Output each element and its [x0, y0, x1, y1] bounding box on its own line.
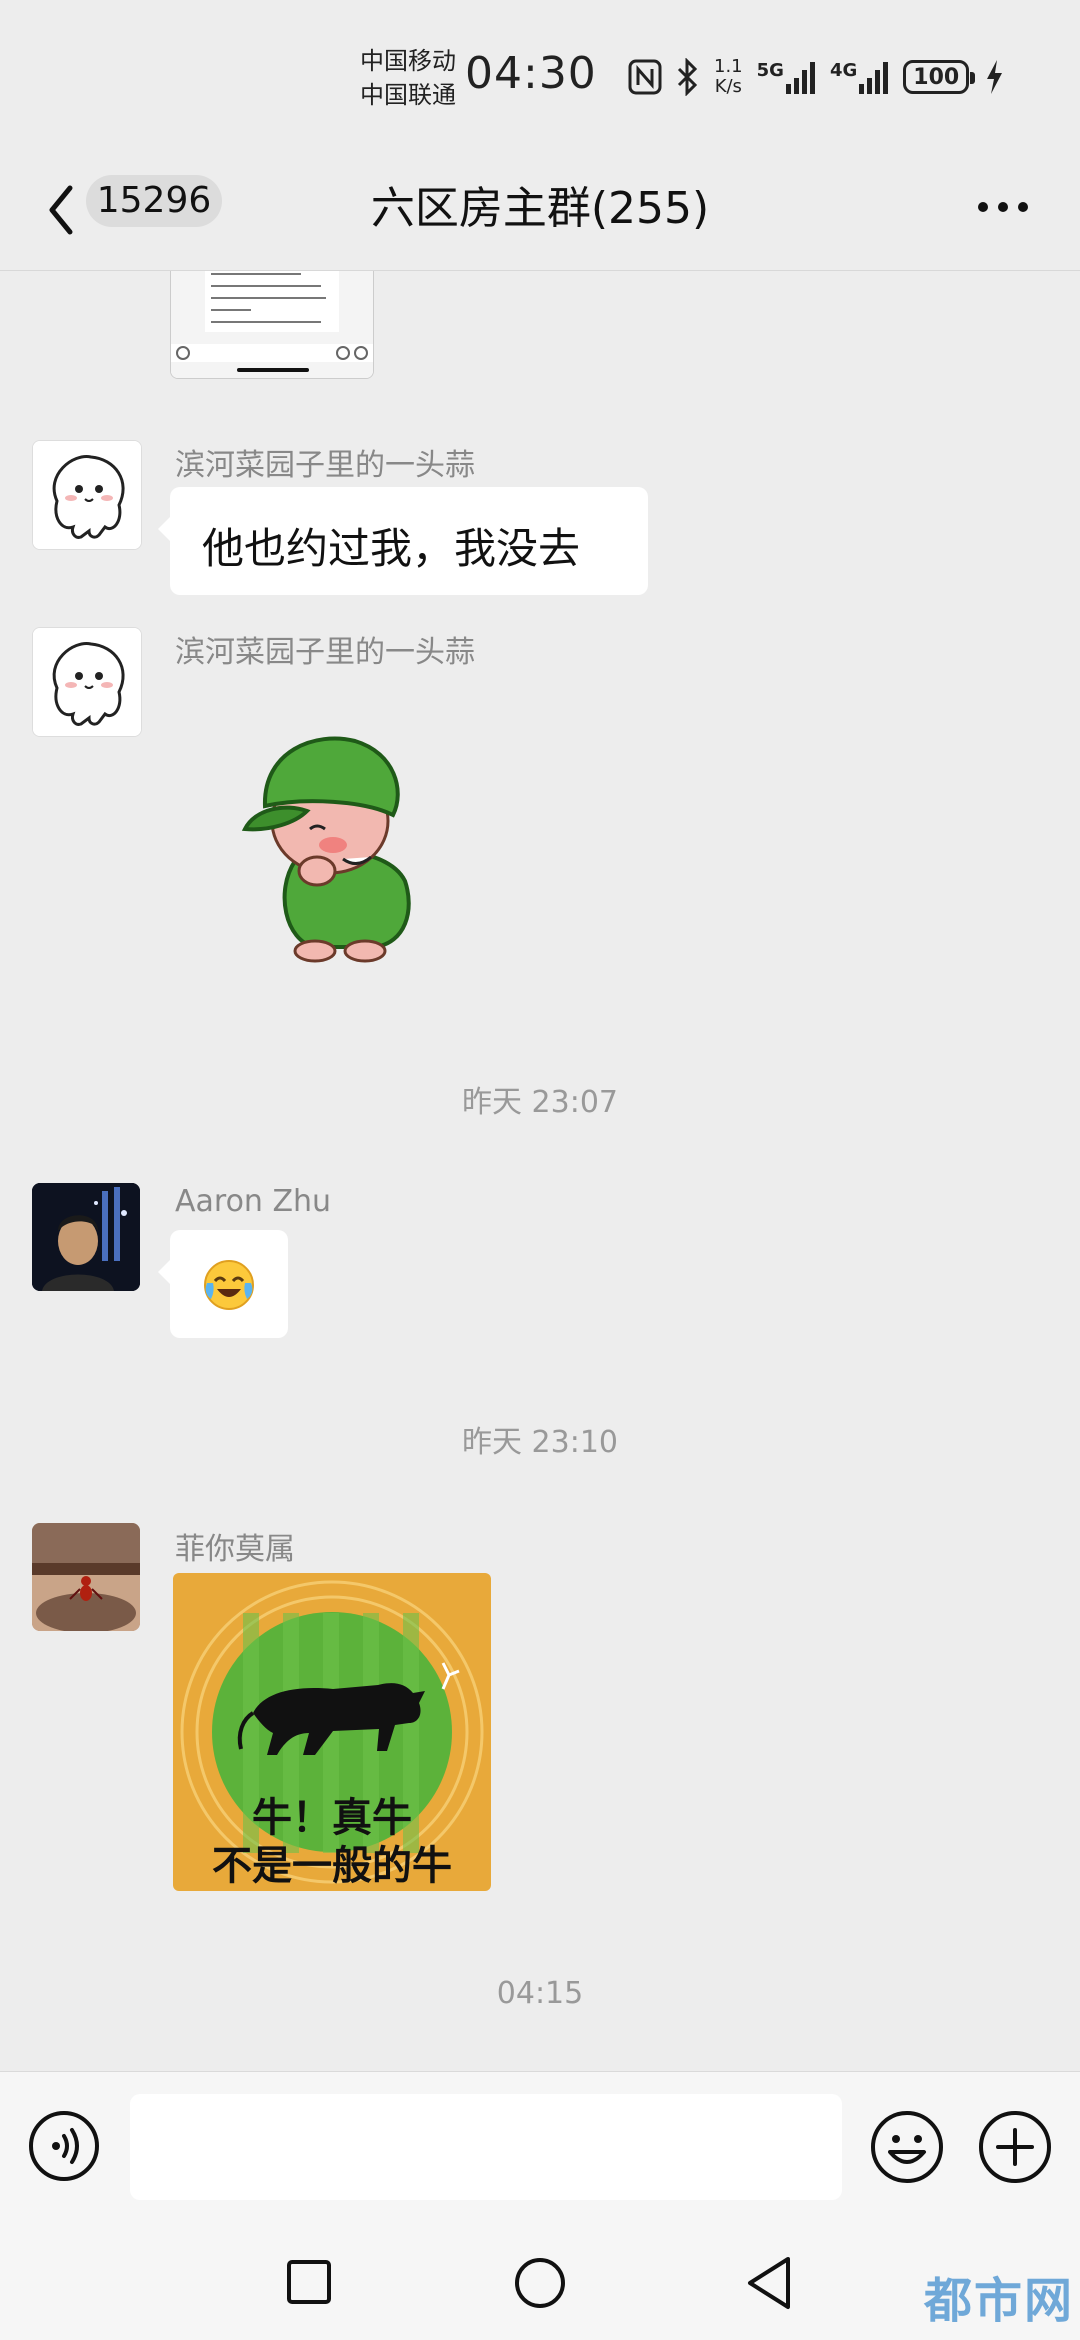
sender-name: Aaron Zhu	[175, 1184, 332, 1219]
input-bar	[0, 2071, 1080, 2222]
text-bubble[interactable]: 他也约过我，我没去	[158, 487, 648, 595]
signal-bars-icon	[785, 62, 815, 94]
avatar[interactable]	[32, 627, 142, 737]
carrier-names: 中国移动 中国联通	[360, 44, 456, 112]
speed-unit: K/s	[714, 76, 742, 97]
sender-name: 菲你莫属	[175, 1532, 295, 1567]
image-message[interactable]	[170, 271, 374, 379]
screenshot-thumbnail	[171, 271, 373, 378]
more-functions-plus-icon[interactable]	[978, 2110, 1052, 2184]
chat-header: 15296 六区房主群(255)	[0, 150, 1080, 271]
avatar[interactable]	[32, 1523, 140, 1631]
more-options-icon[interactable]	[976, 200, 1030, 214]
carrier-1: 中国移动	[360, 47, 456, 75]
photo-avatar-icon	[32, 1183, 140, 1291]
soldier-sticker[interactable]	[225, 711, 445, 971]
signal-bars-icon	[859, 62, 889, 94]
avatar[interactable]	[32, 1183, 140, 1291]
carrier-2: 中国联通	[360, 81, 456, 109]
clock: 04:30	[465, 48, 597, 99]
message-text: 他也约过我，我没去	[202, 524, 581, 573]
back-triangle-icon[interactable]	[744, 2255, 794, 2311]
signal-4g: 4G	[830, 60, 889, 94]
message-list[interactable]: 滨河菜园子里的一头蒜 他也约过我，我没去 滨河菜园子里的一头蒜 昨天 23:07	[0, 271, 1080, 2071]
home-circle-icon[interactable]	[514, 2257, 566, 2309]
system-navigation-bar: 都市网	[0, 2221, 1080, 2340]
emoji-picker-icon[interactable]	[870, 2110, 944, 2184]
timestamp: 昨天 23:07	[462, 1085, 618, 1120]
message-input[interactable]	[130, 2094, 842, 2200]
voice-input-icon[interactable]	[28, 2110, 100, 2182]
status-bar: 中国移动 中国联通 04:30 1.1 K/s 5G 4G 100	[0, 0, 1080, 150]
blob-avatar-icon	[33, 441, 141, 549]
nfc-icon	[628, 59, 662, 95]
sender-name: 滨河菜园子里的一头蒜	[175, 635, 475, 670]
watermark-logo: 都市网	[924, 2273, 1075, 2329]
signal-5g: 5G	[757, 60, 816, 94]
bluetooth-icon	[677, 58, 698, 96]
network-type-1: 5G	[756, 60, 784, 81]
network-speed: 1.1 K/s	[714, 57, 743, 97]
battery-indicator: 100	[903, 60, 976, 94]
blob-avatar-icon	[33, 628, 141, 736]
status-icons: 1.1 K/s 5G 4G 100	[628, 52, 1005, 102]
bull-sticker[interactable]: 牛！真牛 不是一般的牛	[173, 1573, 491, 1891]
chat-title: 六区房主群(255)	[370, 183, 710, 234]
recent-apps-icon[interactable]	[286, 2259, 332, 2305]
avatar[interactable]	[32, 440, 142, 550]
network-type-2: 4G	[829, 60, 858, 81]
sticker-caption-2: 不是一般的牛	[212, 1843, 452, 1889]
speed-value: 1.1	[714, 56, 743, 77]
timestamp: 04:15	[496, 1976, 584, 2011]
sender-name: 滨河菜园子里的一头蒜	[175, 448, 475, 483]
ant-photo-avatar-icon	[32, 1523, 140, 1631]
timestamp: 昨天 23:10	[462, 1425, 618, 1460]
charging-icon	[987, 60, 1003, 94]
emoji-bubble[interactable]	[158, 1230, 288, 1338]
laughing-crying-emoji-icon	[204, 1260, 254, 1310]
